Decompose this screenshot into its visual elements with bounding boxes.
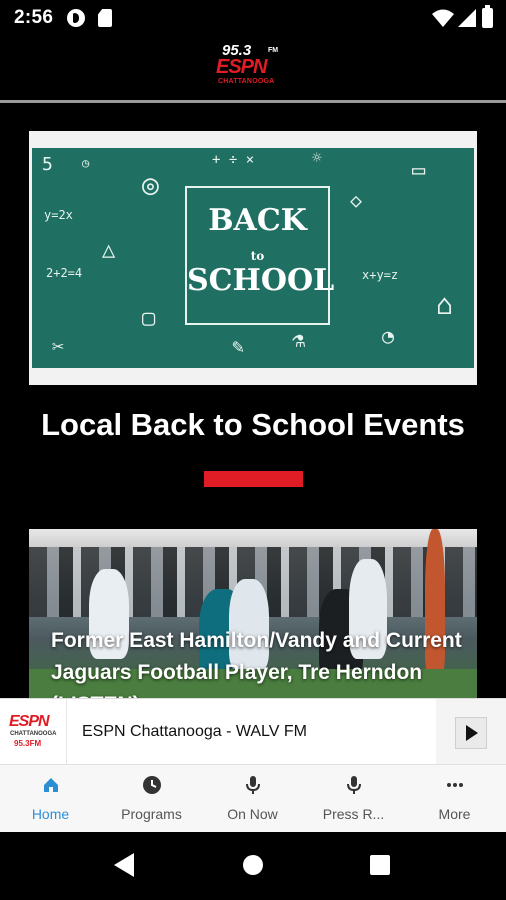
home-icon [44, 778, 58, 792]
back-icon[interactable] [114, 853, 134, 877]
tab-on-now[interactable]: On Now [202, 765, 303, 833]
tab-press-releases[interactable]: Press R... [303, 765, 404, 833]
content-feed[interactable]: 5 ◷ y=2x 2+2=4 + ÷ × ☼ ▭ ◇ ⌂ ◎ △ ▢ x+y=z… [0, 103, 506, 698]
tab-label: On Now [227, 806, 278, 822]
tab-home[interactable]: Home [0, 765, 101, 833]
article-title[interactable]: Local Back to School Events [0, 407, 506, 443]
status-time: 2:56 [14, 7, 54, 28]
title-divider [204, 471, 303, 487]
recents-icon[interactable] [370, 855, 390, 875]
tab-label: Programs [121, 806, 182, 822]
logo-city: CHATTANOOGA [218, 78, 275, 85]
sd-card-icon [98, 9, 112, 27]
more-dots-icon [447, 783, 463, 787]
wifi-icon [432, 9, 454, 27]
lettering-back: BACK [208, 203, 307, 238]
back-to-school-box: BACK to SCHOOL [185, 186, 334, 325]
system-nav-bar [0, 832, 506, 900]
notification-icon [67, 9, 85, 27]
microphone-icon [347, 776, 361, 794]
np-logo-brand: ESPN [9, 713, 50, 730]
home-circle-icon[interactable] [243, 855, 263, 875]
station-logo[interactable]: 95.3 FM ESPN CHATTANOOGA [216, 42, 292, 92]
now-playing-bar[interactable]: ESPN CHATTANOOGA 95.3FM ESPN Chattanooga… [0, 698, 506, 765]
tab-programs[interactable]: Programs [101, 765, 202, 833]
tab-label: Home [31, 806, 70, 822]
logo-band: FM [268, 47, 279, 54]
station-logo: ESPN CHATTANOOGA 95.3FM [0, 699, 67, 765]
play-button-frame [455, 717, 487, 749]
article-title[interactable]: Former East Hamilton/Vandy and Current J… [51, 625, 471, 698]
tab-bar: Home Programs On Now Press R... More [0, 764, 506, 833]
microphone-icon [246, 776, 260, 794]
tab-label: Press R... [322, 806, 385, 822]
clock-icon [143, 776, 161, 794]
station-name: ESPN Chattanooga - WALV FM [82, 723, 307, 740]
back-to-school-image[interactable]: 5 ◷ y=2x 2+2=4 + ÷ × ☼ ▭ ◇ ⌂ ◎ △ ▢ x+y=z… [29, 131, 477, 385]
logo-brand: ESPN [216, 56, 267, 78]
np-logo-city: CHATTANOOGA [10, 731, 57, 737]
np-logo-frequency: 95.3FM [14, 739, 42, 748]
signal-icon [458, 9, 476, 27]
lettering-school: SCHOOL [187, 263, 335, 298]
tab-more[interactable]: More [404, 765, 505, 833]
status-bar: 2:56 [0, 0, 506, 36]
back-to-school-lettering: BACK to SCHOOL [187, 203, 334, 296]
lettering-to: to [250, 249, 265, 263]
tab-label: More [438, 806, 471, 822]
battery-icon [482, 5, 493, 28]
chalkboard-illustration: 5 ◷ y=2x 2+2=4 + ÷ × ☼ ▭ ◇ ⌂ ◎ △ ▢ x+y=z… [32, 148, 474, 368]
play-button[interactable] [436, 699, 506, 765]
play-icon [466, 725, 478, 741]
